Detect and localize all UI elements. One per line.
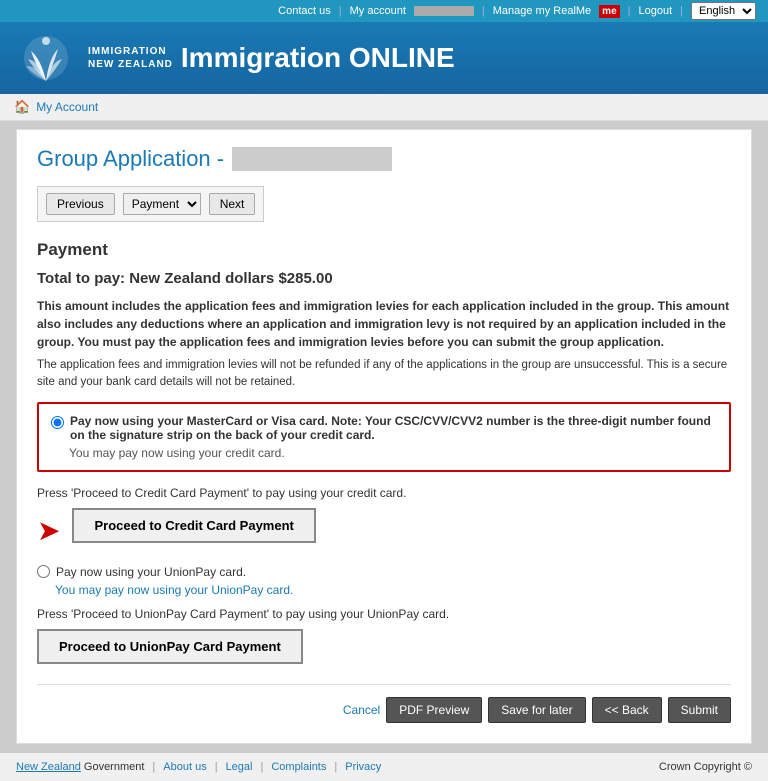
submit-button[interactable]: Submit (668, 697, 731, 723)
total-label: Total to pay: New Zealand dollars (37, 270, 278, 287)
breadcrumb: 🏠 My Account (0, 94, 768, 121)
total-pay-line: Total to pay: New Zealand dollars $285.0… (37, 270, 731, 287)
credit-card-option-box: Pay now using your MasterCard or Visa ca… (37, 402, 731, 472)
credit-card-instruction: Press 'Proceed to Credit Card Payment' t… (37, 486, 731, 500)
logo: IMMIGRATION NEW ZEALAND (16, 31, 173, 86)
credit-card-text: Pay now using your MasterCard or Visa ca… (70, 414, 717, 442)
logo-text: IMMIGRATION NEW ZEALAND (88, 45, 173, 71)
logo-line2: NEW ZEALAND (88, 58, 173, 71)
myaccount-link[interactable]: My account (350, 5, 406, 17)
pdf-preview-button[interactable]: PDF Preview (386, 697, 482, 723)
unionpay-instruction: Press 'Proceed to UnionPay Card Payment'… (37, 607, 731, 621)
account-name-bar (414, 6, 474, 16)
red-arrow-icon: ➤ (37, 517, 60, 545)
refund-text: The application fees and immigration lev… (37, 359, 727, 388)
cancel-link[interactable]: Cancel (343, 703, 380, 717)
home-icon[interactable]: 🏠 (14, 99, 30, 115)
fern-icon (16, 31, 76, 86)
myaccount-breadcrumb-link[interactable]: My Account (36, 100, 98, 114)
govt-suffix: Government (84, 761, 145, 773)
main-content: Group Application - Previous Payment Nex… (16, 129, 752, 744)
credit-card-sub: You may pay now using your credit card. (69, 446, 717, 460)
footer-links: New Zealand Government | About us | Lega… (16, 761, 381, 773)
step-select[interactable]: Payment (123, 193, 201, 215)
complaints-link[interactable]: Complaints (271, 761, 326, 773)
footer: New Zealand Government | About us | Lega… (0, 752, 768, 781)
nz-govt-link[interactable]: New Zealand (16, 761, 81, 773)
section-heading: Payment (37, 240, 731, 260)
nz-text: New Zealand (16, 761, 81, 773)
credit-card-button-row: ➤ Proceed to Credit Card Payment (37, 508, 731, 555)
step-navigation: Previous Payment Next (37, 186, 264, 222)
manage-link[interactable]: Manage my RealMe (493, 5, 591, 17)
contact-link[interactable]: Contact us (278, 5, 331, 17)
next-button[interactable]: Next (209, 193, 256, 215)
logout-link[interactable]: Logout (638, 5, 672, 17)
info-refund-text: The application fees and immigration lev… (37, 357, 731, 392)
realme-badge: me (599, 5, 619, 18)
info-bold-text: This amount includes the application fee… (37, 297, 731, 351)
logo-line1: IMMIGRATION (88, 45, 173, 58)
page-title-text: Group Application - (37, 146, 224, 172)
proceed-credit-card-button[interactable]: Proceed to Credit Card Payment (72, 508, 315, 543)
unionpay-section: Pay now using your UnionPay card. You ma… (37, 565, 731, 664)
credit-card-radio[interactable] (51, 416, 64, 429)
application-id-bar (232, 147, 392, 171)
about-link[interactable]: About us (163, 761, 206, 773)
top-navigation: Contact us | My account | Manage my Real… (0, 0, 768, 22)
previous-button[interactable]: Previous (46, 193, 115, 215)
unionpay-text: Pay now using your UnionPay card. (56, 565, 246, 579)
proceed-unionpay-button[interactable]: Proceed to UnionPay Card Payment (37, 629, 303, 664)
action-bar: Cancel PDF Preview Save for later << Bac… (37, 684, 731, 723)
total-amount: $285.00 (278, 270, 332, 287)
legal-link[interactable]: Legal (226, 761, 253, 773)
back-button[interactable]: << Back (592, 697, 662, 723)
save-later-button[interactable]: Save for later (488, 697, 585, 723)
site-header: IMMIGRATION NEW ZEALAND Immigration ONLI… (0, 22, 768, 94)
copyright-text: Crown Copyright © (659, 761, 752, 773)
unionpay-radio[interactable] (37, 565, 50, 578)
unionpay-sub: You may pay now using your UnionPay card… (55, 583, 731, 597)
nzgov-text: New Zealand Government (16, 761, 144, 773)
privacy-link[interactable]: Privacy (345, 761, 381, 773)
site-title: Immigration ONLINE (181, 42, 752, 74)
language-select[interactable]: English (691, 2, 756, 20)
credit-card-label: Pay now using your MasterCard or Visa ca… (51, 414, 717, 442)
page-title-area: Group Application - (37, 146, 731, 172)
unionpay-label: Pay now using your UnionPay card. (37, 565, 731, 579)
